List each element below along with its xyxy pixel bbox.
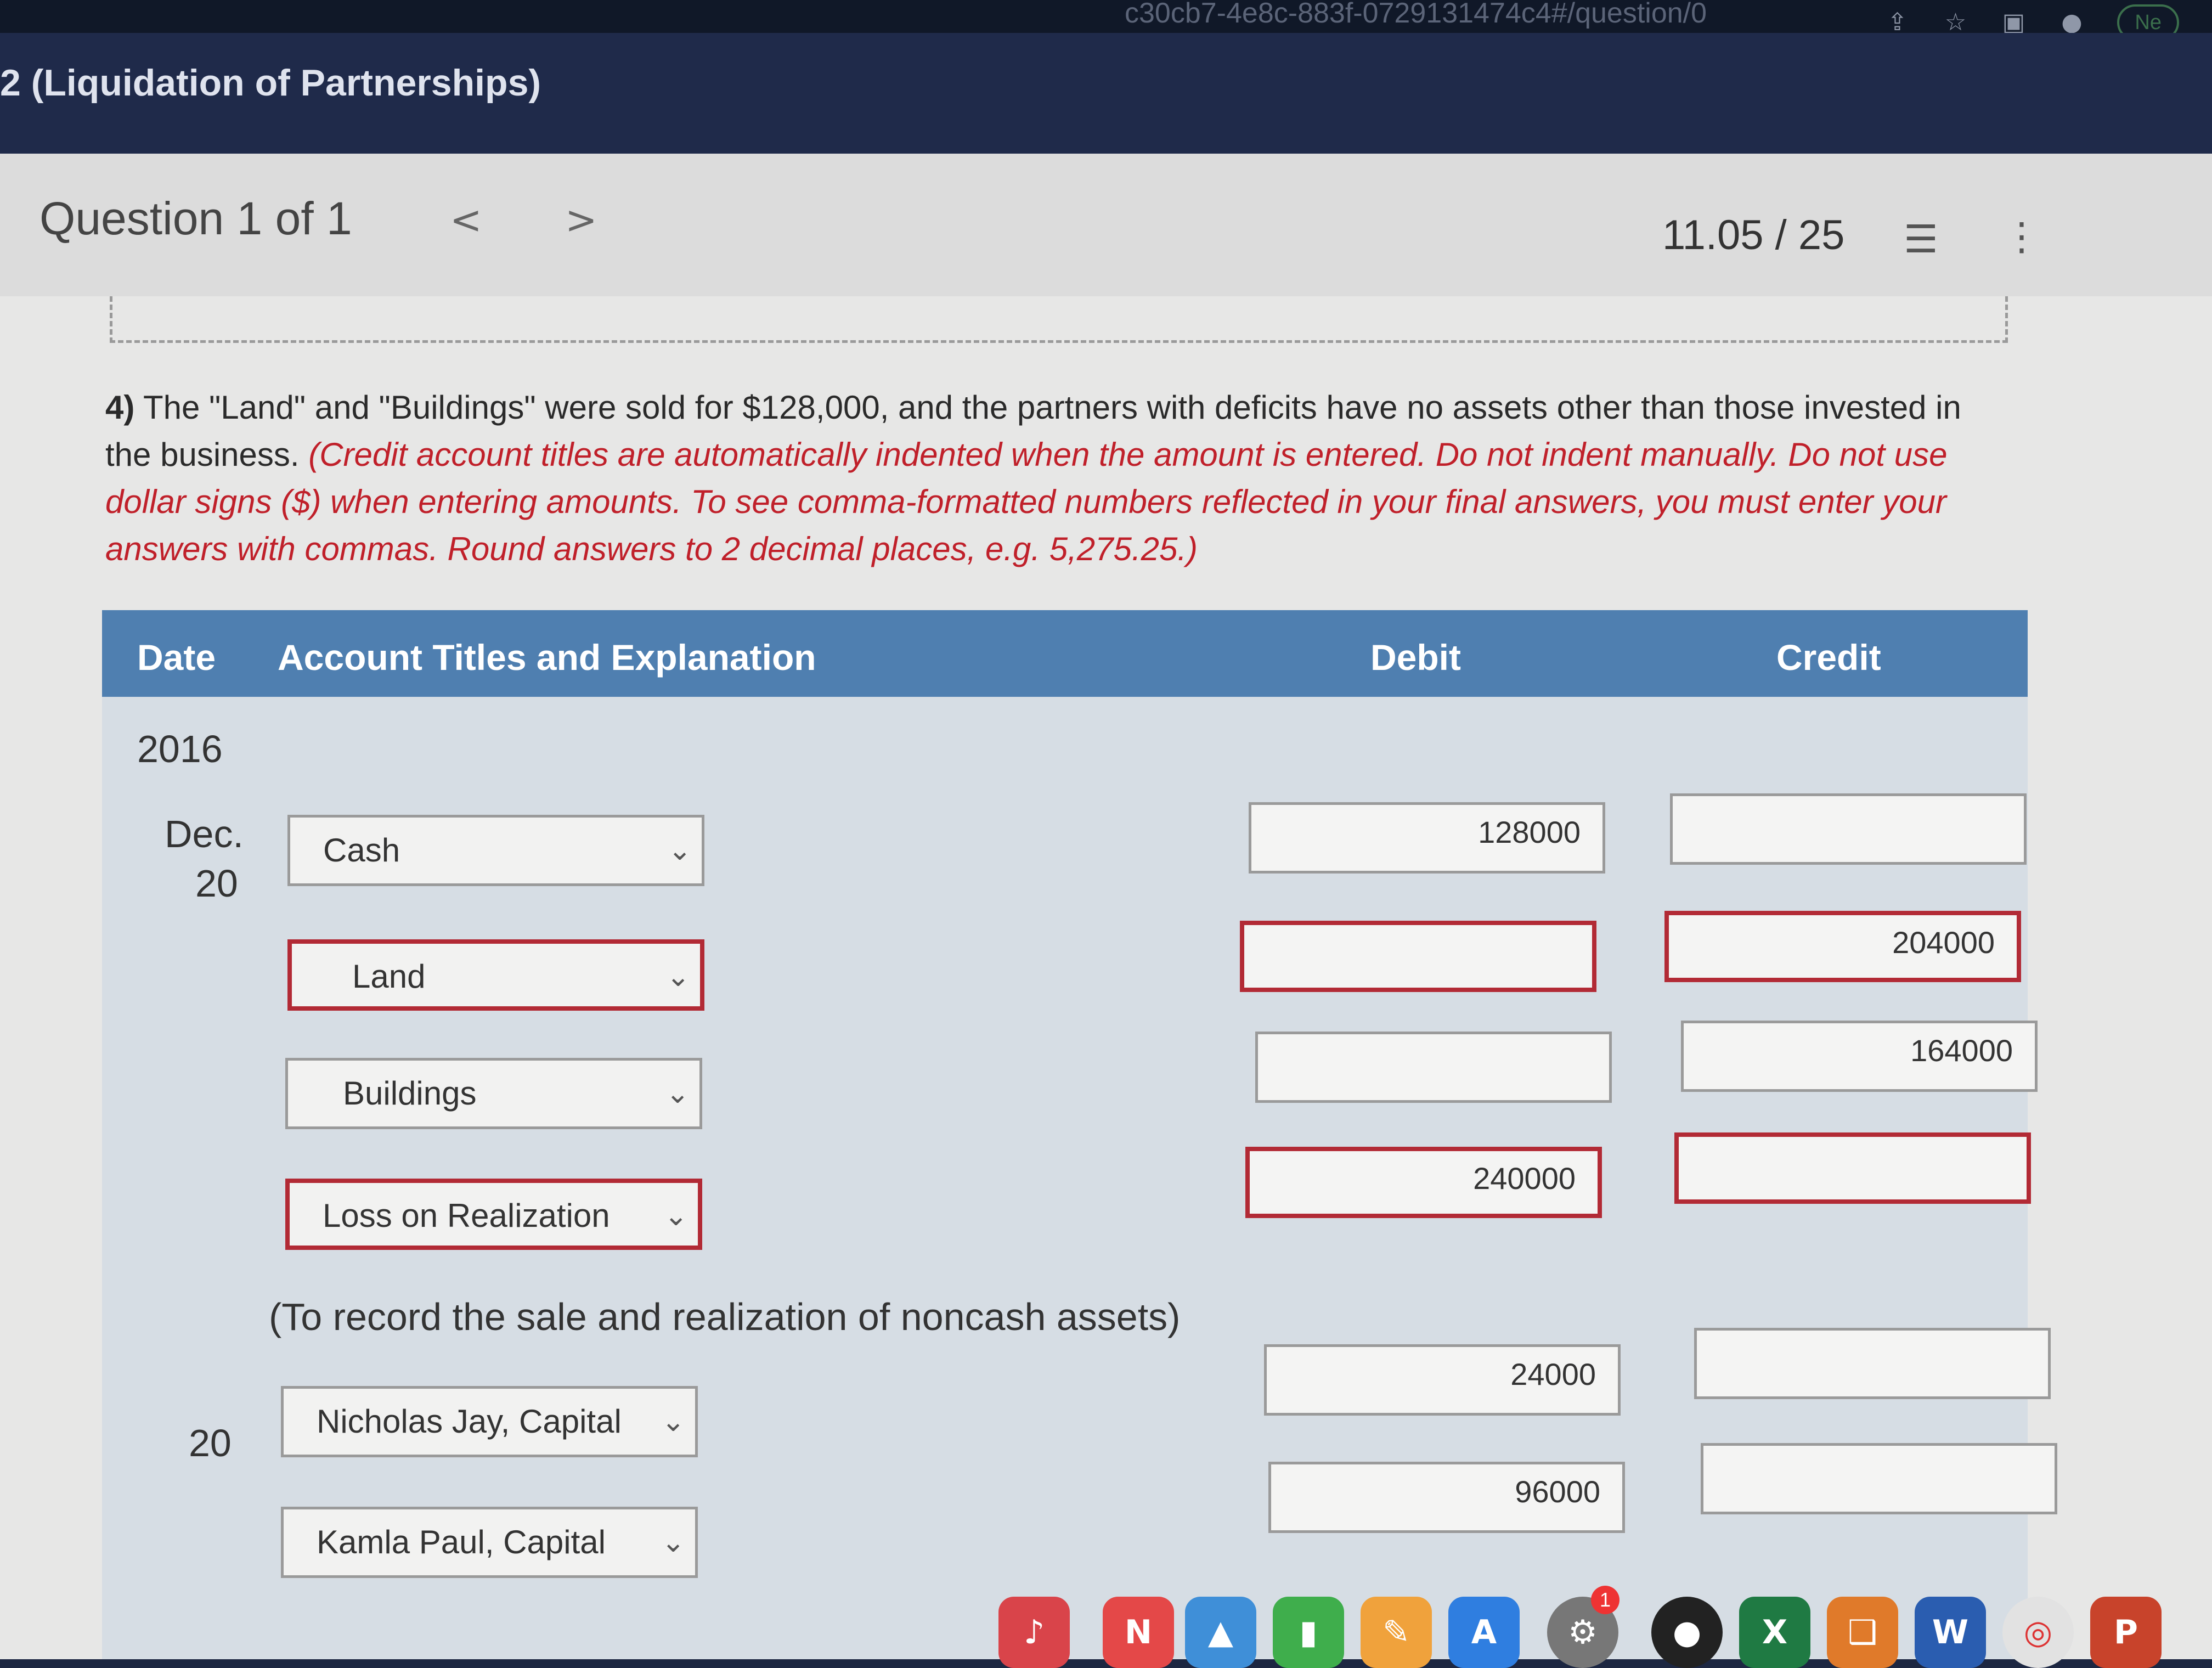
account-select-value: Loss on Realization [323, 1197, 610, 1234]
problem-instructions: (Credit account titles are automatically… [105, 436, 1948, 567]
chevron-down-icon: ⌄ [668, 834, 692, 867]
question-list-icon[interactable]: ☰ [1904, 217, 1938, 262]
excel-icon[interactable]: X [1739, 1597, 1810, 1668]
credit-input-row5[interactable] [1694, 1328, 2051, 1399]
browser-toolbar: c30cb7-4e8c-883f-0729131474c4#/question/… [0, 0, 2212, 41]
debit-header: Debit [1370, 637, 1461, 678]
debit-input-row4[interactable]: 240000 [1245, 1147, 1602, 1218]
music-icon[interactable]: ♪ [998, 1597, 1070, 1668]
chevron-down-icon: ⌄ [664, 1199, 688, 1232]
day-label: 20 [195, 862, 238, 905]
date-header: Date [137, 637, 216, 678]
dashed-separator [110, 296, 2008, 343]
numbers-icon[interactable]: ▮ [1273, 1597, 1344, 1668]
camera-icon[interactable]: ● [1651, 1597, 1723, 1668]
news-icon[interactable]: N [1103, 1597, 1174, 1668]
account-select-row3[interactable]: Buildings ⌄ [285, 1058, 702, 1129]
address-bar-url[interactable]: c30cb7-4e8c-883f-0729131474c4#/question/… [1125, 0, 1707, 30]
account-select-row4[interactable]: Loss on Realization ⌄ [285, 1179, 702, 1250]
debit-input-row6[interactable]: 96000 [1268, 1462, 1625, 1533]
account-select-row5[interactable]: Nicholas Jay, Capital ⌄ [281, 1386, 698, 1457]
day-label-entry2: 20 [189, 1422, 232, 1464]
account-select-value: Land [352, 958, 426, 995]
credit-header: Credit [1776, 637, 1881, 678]
score-display: 11.05 / 25 [1662, 212, 1845, 258]
credit-input-row1[interactable] [1670, 793, 2027, 865]
powerpoint-icon[interactable]: P [2090, 1597, 2162, 1668]
problem-number: 4) [105, 389, 135, 426]
chevron-down-icon: ⌄ [661, 1405, 685, 1438]
account-select-row6[interactable]: Kamla Paul, Capital ⌄ [281, 1507, 698, 1578]
account-select-value: Kamla Paul, Capital [317, 1524, 606, 1560]
credit-input-row2[interactable]: 204000 [1664, 911, 2021, 982]
credit-input-row3[interactable]: 164000 [1681, 1021, 2038, 1092]
app-store-icon[interactable]: A [1448, 1597, 1520, 1668]
next-question-button[interactable]: > [565, 198, 597, 243]
debit-input-row3[interactable] [1255, 1032, 1612, 1103]
account-select-row1[interactable]: Cash ⌄ [287, 815, 704, 886]
notification-badge: 1 [1591, 1586, 1620, 1614]
month-label: Dec. [165, 813, 244, 855]
chevron-down-icon: ⌄ [666, 960, 690, 993]
credit-input-row4[interactable] [1674, 1132, 2031, 1204]
chrome-icon[interactable]: ◎ [2002, 1597, 2074, 1668]
account-select-row2[interactable]: Land ⌄ [287, 939, 704, 1011]
year-label: 2016 [137, 728, 223, 770]
account-header: Account Titles and Explanation [278, 637, 816, 678]
books-icon[interactable]: ❑ [1827, 1597, 1898, 1668]
dock: ♪ N ▲ ▮ ✎ A ⚙ 1 ● X ❑ W ◎ P [576, 1580, 2212, 1668]
sidebar-icon[interactable]: ▣ [2001, 10, 2026, 35]
question-counter: Question 1 of 1 [40, 193, 352, 244]
share-icon[interactable]: ⇪ [1884, 10, 1910, 35]
profile-icon[interactable]: ● [2059, 10, 2084, 35]
word-icon[interactable]: W [1915, 1597, 1986, 1668]
debit-input-row5[interactable]: 24000 [1264, 1344, 1621, 1416]
debit-input-row2[interactable] [1240, 921, 1596, 992]
pages-icon[interactable]: ✎ [1361, 1597, 1432, 1668]
debit-input-row1[interactable]: 128000 [1249, 802, 1605, 874]
account-select-value: Cash [323, 832, 400, 869]
chevron-down-icon: ⌄ [665, 1077, 690, 1110]
prev-question-button[interactable]: < [450, 198, 482, 243]
course-title: 2 (Liquidation of Partnerships) [0, 62, 541, 104]
problem-text: 4) The "Land" and "Buildings" were sold … [105, 384, 2004, 573]
keynote-icon[interactable]: ▲ [1185, 1597, 1256, 1668]
star-icon[interactable]: ☆ [1943, 10, 1968, 35]
chevron-down-icon: ⌄ [661, 1526, 685, 1559]
account-select-value: Buildings [343, 1075, 477, 1112]
account-select-value: Nicholas Jay, Capital [317, 1403, 622, 1440]
credit-input-row6[interactable] [1701, 1443, 2057, 1514]
more-options-icon[interactable]: ⋮ [2002, 214, 2041, 259]
entry-explanation: (To record the sale and realization of n… [269, 1295, 1181, 1338]
